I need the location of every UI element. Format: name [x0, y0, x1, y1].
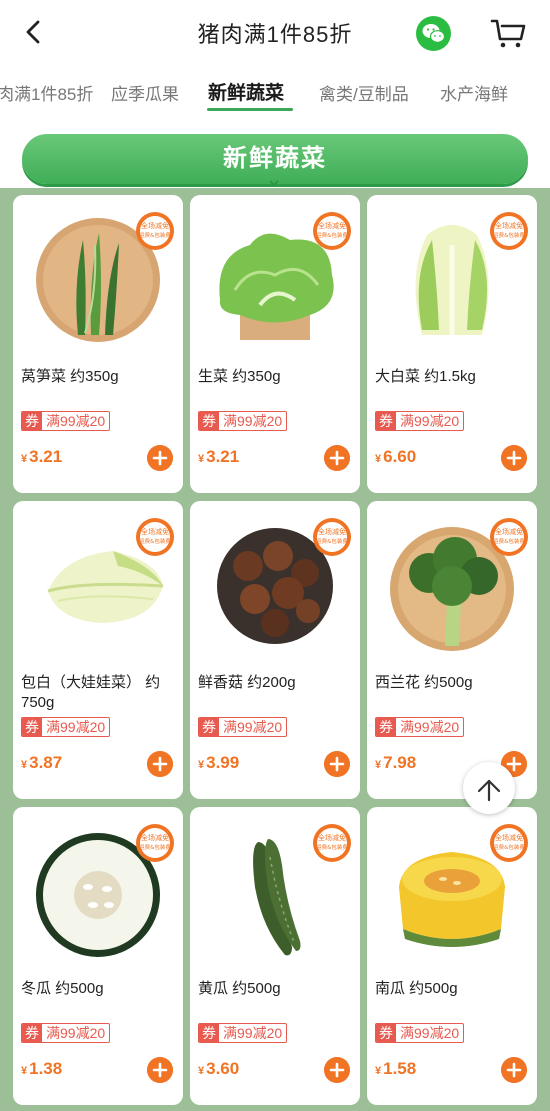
product-name: 生菜 约350g: [198, 368, 281, 385]
svg-text:运费&包装费: 运费&包装费: [316, 537, 348, 545]
product-name: 冬瓜 约500g: [21, 980, 104, 997]
svg-text:运费&包装费: 运费&包装费: [139, 537, 171, 545]
product-name: 莴笋菜 约350g: [21, 368, 119, 385]
coupon-label: 券满99减20: [198, 717, 288, 737]
tab-seafood[interactable]: 水产海鲜: [440, 80, 508, 105]
top-bar: 猪肉满1件85折: [0, 0, 550, 66]
free-shipping-badge-icon: 全场减免 运费&包装费: [490, 212, 528, 250]
tab-pork-discount[interactable]: 肉满1件85折: [0, 80, 93, 105]
chevron-down-icon: [269, 180, 279, 187]
tab-seasonal-fruit[interactable]: 应季瓜果: [111, 80, 179, 105]
product-price: ¥3.87: [21, 753, 63, 772]
svg-text:全场减免: 全场减免: [495, 527, 523, 536]
product-card[interactable]: 全场减免 运费&包装费 冬瓜 约500g 券满99减20 ¥1.38: [13, 807, 183, 1105]
svg-text:运费&包装费: 运费&包装费: [493, 537, 525, 545]
page-title: 猪肉满1件85折: [197, 22, 353, 47]
wechat-share-button[interactable]: [416, 16, 451, 51]
product-card[interactable]: 全场减免 运费&包装费 生菜 约350g 券满99减20 ¥3.21: [190, 195, 360, 493]
product-card[interactable]: 全场减免 运费&包装费 包白（大娃娃菜） 约750g 券满99减20 ¥3.87: [13, 501, 183, 799]
svg-text:全场减免: 全场减免: [495, 221, 523, 230]
svg-text:运费&包装费: 运费&包装费: [493, 843, 525, 851]
coupon-label: 券满99减20: [21, 1023, 111, 1043]
svg-text:全场减免: 全场减免: [141, 833, 169, 842]
active-tab-indicator: [207, 108, 293, 111]
product-price: ¥1.58: [375, 1059, 417, 1078]
coupon-label: 券满99减20: [375, 717, 465, 737]
product-name: 包白（大娃娃菜） 约750g: [21, 674, 161, 711]
svg-text:全场减免: 全场减免: [318, 221, 346, 230]
tab-fresh-vegetables[interactable]: 新鲜蔬菜: [208, 78, 284, 105]
add-to-cart-button[interactable]: [501, 1057, 527, 1083]
product-name: 大白菜 约1.5kg: [375, 368, 476, 385]
add-to-cart-button[interactable]: [147, 1057, 173, 1083]
product-card[interactable]: 全场减免 运费&包装费 南瓜 约500g 券满99减20 ¥1.58: [367, 807, 537, 1105]
product-price: ¥3.21: [198, 447, 240, 466]
tab-poultry-tofu[interactable]: 禽类/豆制品: [319, 80, 409, 105]
free-shipping-badge-icon: 全场减免 运费&包装费: [313, 824, 351, 862]
add-to-cart-button[interactable]: [147, 445, 173, 471]
free-shipping-badge-icon: 全场减免 运费&包装费: [490, 518, 528, 556]
section-banner: 新鲜蔬菜: [22, 134, 528, 184]
svg-text:全场减免: 全场减免: [318, 833, 346, 842]
svg-text:全场减免: 全场减免: [495, 833, 523, 842]
free-shipping-badge-icon: 全场减免 运费&包装费: [136, 212, 174, 250]
wechat-icon: [422, 24, 446, 43]
arrow-up-icon: [477, 779, 501, 802]
coupon-label: 券满99减20: [21, 717, 111, 737]
free-shipping-badge-icon: 全场减免 运费&包装费: [490, 824, 528, 862]
free-shipping-badge-icon: 全场减免 运费&包装费: [313, 518, 351, 556]
free-shipping-badge-icon: 全场减免 运费&包装费: [136, 824, 174, 862]
section-title: 新鲜蔬菜: [223, 145, 327, 172]
product-card[interactable]: 全场减免 运费&包装费 鲜香菇 约200g 券满99减20 ¥3.99: [190, 501, 360, 799]
svg-text:运费&包装费: 运费&包装费: [316, 231, 348, 239]
product-price: ¥3.60: [198, 1059, 240, 1078]
add-to-cart-button[interactable]: [324, 1057, 350, 1083]
coupon-label: 券满99减20: [21, 411, 111, 431]
svg-text:运费&包装费: 运费&包装费: [493, 231, 525, 239]
add-to-cart-button[interactable]: [147, 751, 173, 777]
free-shipping-badge-icon: 全场减免 运费&包装费: [313, 212, 351, 250]
add-to-cart-button[interactable]: [324, 445, 350, 471]
scroll-to-top-button[interactable]: [463, 762, 515, 814]
svg-text:全场减免: 全场减免: [141, 527, 169, 536]
product-card[interactable]: 全场减免 运费&包装费 莴笋菜 约350g 券满99减20 ¥3.21: [13, 195, 183, 493]
add-to-cart-button[interactable]: [324, 751, 350, 777]
add-to-cart-button[interactable]: [501, 445, 527, 471]
product-name: 西兰花 约500g: [375, 674, 473, 691]
coupon-label: 券满99减20: [198, 1023, 288, 1043]
svg-text:全场减免: 全场减免: [141, 221, 169, 230]
product-name: 鲜香菇 约200g: [198, 674, 296, 691]
product-price: ¥7.98: [375, 753, 417, 772]
coupon-label: 券满99减20: [375, 411, 465, 431]
coupon-label: 券满99减20: [375, 1023, 465, 1043]
product-name: 南瓜 约500g: [375, 980, 458, 997]
product-card[interactable]: 全场减免 运费&包装费 大白菜 约1.5kg 券满99减20 ¥6.60: [367, 195, 537, 493]
product-price: ¥3.99: [198, 753, 240, 772]
product-name: 黄瓜 约500g: [198, 980, 281, 997]
svg-text:运费&包装费: 运费&包装费: [316, 843, 348, 851]
product-price: ¥3.21: [21, 447, 63, 466]
product-card[interactable]: 全场减免 运费&包装费 黄瓜 约500g 券满99减20 ¥3.60: [190, 807, 360, 1105]
product-card[interactable]: 全场减免 运费&包装费 西兰花 约500g 券满99减20 ¥7.98: [367, 501, 537, 799]
coupon-label: 券满99减20: [198, 411, 288, 431]
product-price: ¥6.60: [375, 447, 417, 466]
free-shipping-badge-icon: 全场减免 运费&包装费: [136, 518, 174, 556]
svg-text:运费&包装费: 运费&包装费: [139, 843, 171, 851]
svg-text:运费&包装费: 运费&包装费: [139, 231, 171, 239]
shopping-cart-icon[interactable]: [488, 14, 528, 50]
svg-text:全场减免: 全场减免: [318, 527, 346, 536]
product-price: ¥1.38: [21, 1059, 63, 1078]
category-tabs: 肉满1件85折 应季瓜果 新鲜蔬菜 禽类/豆制品 水产海鲜: [0, 70, 550, 116]
